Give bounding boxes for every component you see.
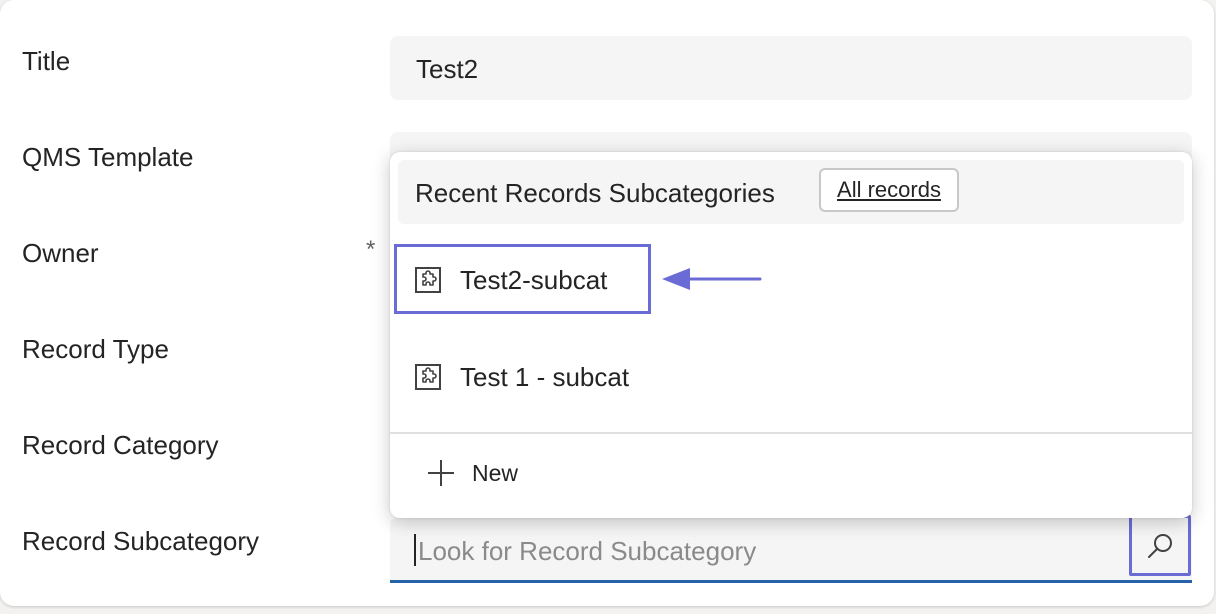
plus-icon — [428, 460, 454, 486]
all-records-label: All records — [837, 177, 941, 202]
list-item-label: Test 1 - subcat — [460, 361, 630, 392]
flyout-divider — [390, 432, 1192, 434]
title-label: Title — [22, 46, 71, 76]
new-label: New — [472, 459, 519, 486]
search-button[interactable] — [1129, 515, 1191, 576]
record-category-label: Record Category — [22, 430, 219, 460]
arrow-left-icon — [662, 268, 762, 290]
qms-template-label: QMS Template — [22, 142, 194, 172]
lookup-flyout: Recent Records Subcategories All records… — [390, 152, 1192, 518]
subcategory-search-input[interactable] — [416, 528, 1120, 574]
flyout-title: Recent Records Subcategories — [415, 178, 775, 208]
record-subcategory-label: Record Subcategory — [22, 526, 260, 556]
search-icon — [1148, 533, 1172, 558]
title-field[interactable]: Test2 — [390, 36, 1192, 100]
record-subcategory-field[interactable] — [390, 518, 1192, 583]
entity-icon — [415, 364, 441, 390]
list-item[interactable]: Test 1 - subcat — [414, 357, 629, 397]
highlight-box — [394, 244, 651, 314]
owner-label: Owner — [22, 238, 99, 268]
all-records-button[interactable]: All records — [819, 168, 959, 212]
required-marker: * — [366, 236, 376, 263]
new-button[interactable]: New — [426, 458, 518, 488]
title-value: Test2 — [416, 54, 479, 84]
form-card: Title Test2 QMS Template Owner * Record … — [0, 0, 1214, 606]
record-type-label: Record Type — [22, 334, 169, 364]
flyout-header: Recent Records Subcategories All records — [398, 160, 1184, 224]
